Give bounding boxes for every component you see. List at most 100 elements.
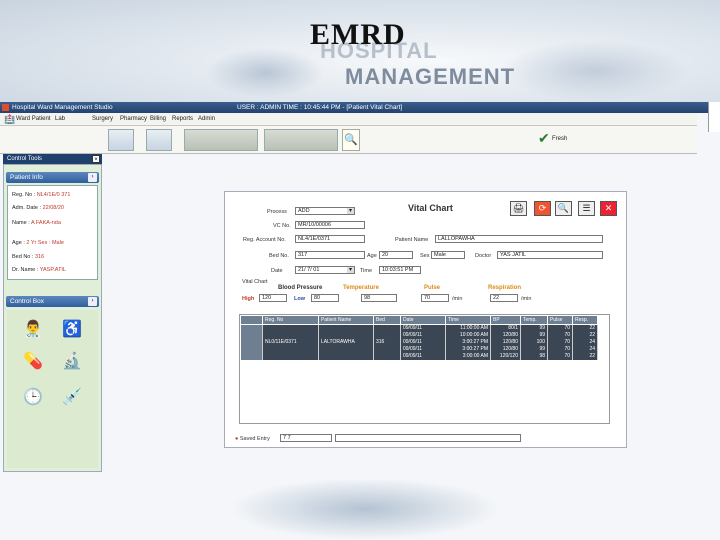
wheelchair-icon[interactable]: ♿ [62,320,82,340]
bp-low-field[interactable]: 80 [311,294,339,302]
cell-time: 3:00:27 PM [445,345,491,353]
saved-entry-label: ● Saved Entry [235,436,270,442]
temperature-title: Temperature [343,285,379,291]
search-button[interactable]: 🔍 [342,129,360,151]
patient-info-title: Patient Info [10,174,43,181]
menu-item-ward[interactable]: Ward Patient [16,113,50,126]
col-header[interactable]: Bed [373,315,401,325]
refresh-button[interactable]: ✔ Fresh [538,129,570,149]
print-button[interactable]: 🖨 [510,201,527,216]
syringe-icon[interactable]: 💉 [62,388,82,408]
date-label: Date [271,268,283,274]
magnifier-icon: 🔍 [344,134,358,146]
cell-temp: 99 [520,324,548,332]
microscope-icon[interactable]: 🔬 [62,352,82,372]
vital-records-table: Reg. No Patient Name Bed Date Time BP Te… [240,315,598,360]
table-row[interactable]: NL0/11E/0371 LALTORAWHA 316 09/09/11 11:… [240,324,598,360]
app-title: Hospital Ward Management Studio [12,104,113,111]
slide-title: EMRD [310,18,406,51]
cell-pulse: 70 [547,331,573,339]
age-field[interactable]: 20 [379,251,413,259]
col-header[interactable]: Resp. [572,315,598,325]
reg-field[interactable]: NL4/1E/0371 [295,235,365,243]
pills-icon[interactable]: 💊 [23,352,43,372]
patient-bed-button[interactable] [264,129,338,151]
patient-list-button[interactable] [108,129,134,151]
col-header[interactable]: Reg. No [262,315,319,325]
menu-bar: 🏥 Ward Patient Lab Surgery Pharmacy Bill… [0,113,697,126]
doctor-icon[interactable]: 👨‍⚕️ [23,320,43,340]
col-header[interactable]: Temp. [520,315,548,325]
respiration-field[interactable]: 22 [490,294,518,302]
col-header[interactable]: Time [445,315,491,325]
cell-bed: 316 [373,324,401,360]
vc-no-field[interactable]: MR/10/00006 [295,221,365,229]
sex-label: Sex [420,253,430,259]
pulse-title: Pulse [424,285,441,291]
cell-date: 09/09/11 [400,352,446,360]
pulse-unit: /min [452,296,463,302]
cell-resp: 22 [572,331,598,339]
patient-info-header[interactable]: Patient Info › [6,172,99,183]
pulse-field[interactable]: 70 [421,294,449,302]
menu-item-billing[interactable]: Billing [150,113,166,126]
chevron-right-icon[interactable]: › [88,297,97,306]
checkmark-icon: ✔ [538,130,550,146]
time-field[interactable]: 10:03:51 PM [379,266,421,274]
respiration-title: Respiration [488,285,522,291]
patient-name-field[interactable]: LALLOPAWHA [435,235,603,243]
process-select[interactable]: ADD [295,207,355,215]
doctor-field[interactable]: YAS JATIL [497,251,603,259]
menu-icon[interactable]: 🏥 [4,113,15,126]
cell-pulse: 70 [547,352,573,360]
bed-field[interactable]: 317 [295,251,365,259]
vital-chart-form: Vital Chart 🖨 ⟳ 🔍 ☰ ✕ Process ADD VC No.… [224,191,627,448]
reg-label: Reg. Account No. [243,237,286,243]
menu-item-surgery[interactable]: Surgery [92,113,113,126]
control-tools-header: Control Tools × [3,154,102,164]
col-header[interactable]: Pulse [547,315,573,325]
col-header[interactable]: Date [400,315,446,325]
save-button[interactable]: ☰ [578,201,595,216]
process-label: Process [267,209,287,215]
search-icon-button[interactable]: 🔍 [555,201,572,216]
doctor-label: Doctor [475,253,492,259]
vital-chart-label: Vital Chart [242,279,268,285]
cell-temp: 99 [520,345,548,353]
records-button[interactable] [146,129,172,151]
cell-bp: 120/120 [490,352,521,360]
date-picker[interactable]: 21/ 7/ 01 [295,266,355,274]
ward-beds-button[interactable] [184,129,258,151]
menu-item-reports[interactable]: Reports [172,113,193,126]
saved-entry-field[interactable]: 7 7 [280,434,332,442]
cell-pulse: 70 [547,324,573,332]
cell-bp: 120/80 [490,345,521,353]
col-header[interactable]: Patient Name [318,315,374,325]
close-button[interactable]: ✕ [600,201,617,216]
menu-item-admin[interactable]: Admin [198,113,215,126]
cell-resp: 24 [572,345,598,353]
row-selector[interactable] [240,324,263,360]
clock-icon[interactable]: 🕒 [23,388,43,408]
cell-time: 3:00:27 PM [445,338,491,346]
vital-records-grid[interactable]: Reg. No Patient Name Bed Date Time BP Te… [239,314,610,424]
refresh-icon-button[interactable]: ⟳ [534,201,551,216]
list-icon: ☰ [582,203,591,213]
menu-item-pharmacy[interactable]: Pharmacy [120,113,147,126]
col-header[interactable]: BP [490,315,521,325]
control-box-header[interactable]: Control Box › [6,296,99,307]
cell-reg-no: NL0/11E/0371 [262,324,319,360]
temperature-field[interactable]: 98 [361,294,397,302]
window-controls[interactable] [708,102,720,132]
saved-entry-detail[interactable] [335,434,521,442]
cell-date: 09/09/11 [400,345,446,353]
menu-item-lab[interactable]: Lab [55,113,65,126]
bp-high-field[interactable]: 120 [259,294,287,302]
status-text: USER : ADMIN TIME : 10:45:44 PM - [Patie… [237,104,403,111]
chevron-right-icon[interactable]: › [88,173,97,182]
control-tools-panel: Patient Info › Reg. No : NL4/1E/0 371 Ad… [3,164,102,472]
sex-field[interactable]: Male [431,251,465,259]
close-icon[interactable]: × [92,155,100,163]
cell-bp: 120/80 [490,331,521,339]
low-label: Low [294,296,305,302]
